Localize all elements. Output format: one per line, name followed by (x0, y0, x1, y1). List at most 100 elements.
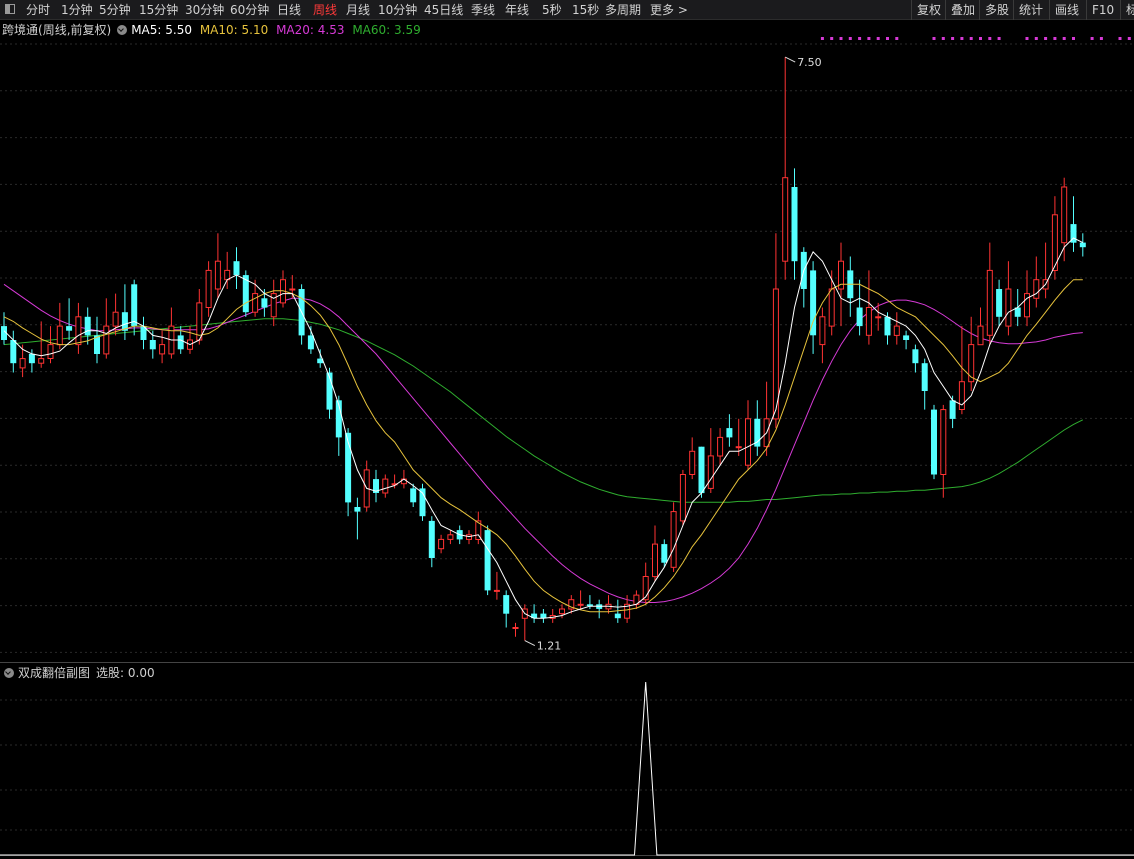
candle-body (19, 358, 26, 369)
candlestick-chart[interactable]: 7.50 1.21 (0, 0, 1134, 859)
signal-dot (932, 37, 936, 40)
candle-body (810, 270, 817, 336)
candle-body (38, 358, 45, 364)
candle-body (689, 450, 696, 475)
signal-dot (858, 37, 862, 40)
candle-body (968, 344, 975, 383)
candle-body (56, 325, 63, 346)
candle-body (205, 269, 212, 308)
candle-body (233, 261, 240, 276)
candle-body (856, 307, 863, 327)
candle-body (717, 436, 724, 457)
candle-body (1061, 186, 1068, 244)
ma5-line (3, 237, 1084, 619)
candle-body (410, 488, 417, 503)
candle-body (1079, 242, 1086, 248)
signal-dot (820, 37, 824, 40)
candle-body (289, 288, 296, 291)
signal-dot (848, 37, 852, 40)
candle-body (428, 520, 435, 558)
signal-dot (941, 37, 945, 40)
signal-dot (1034, 37, 1038, 40)
signal-dot (895, 37, 899, 40)
candle-body (931, 409, 937, 475)
candle-body (354, 507, 361, 512)
candle-body (484, 530, 491, 591)
candle-body (614, 613, 621, 619)
candle-body (66, 326, 73, 331)
candle-body (1033, 279, 1040, 299)
candle-body (745, 418, 751, 466)
candle-body (921, 363, 928, 391)
low-marker-line (524, 640, 536, 646)
signal-dot (1062, 37, 1066, 40)
sub-indicator-dropdown-icon[interactable] (4, 668, 14, 678)
signal-dot (988, 37, 992, 40)
candle-body (261, 298, 268, 308)
signal-dot (951, 37, 955, 40)
signal-dot (886, 37, 889, 40)
candle-body (540, 613, 547, 619)
candle-body (949, 400, 956, 419)
ma60-line (3, 318, 1084, 503)
signal-dot (979, 37, 982, 40)
signal-dot (1072, 37, 1075, 40)
signal-dot (876, 37, 880, 40)
candle-body (996, 289, 1003, 317)
candle-body (661, 544, 668, 563)
candle-body (382, 478, 389, 494)
candle-body (726, 428, 733, 438)
candle-body (791, 187, 798, 262)
signal-dot (1044, 37, 1048, 40)
low-price-label: 1.21 (537, 640, 562, 653)
candle-body (559, 608, 565, 615)
signal-dot (969, 37, 973, 40)
high-marker-line (784, 56, 796, 63)
candle-body (149, 340, 156, 350)
candle-body (782, 177, 789, 262)
candle-body (438, 538, 445, 550)
candle-body (307, 335, 314, 350)
candle-body (940, 409, 947, 476)
candle-body (1005, 288, 1012, 327)
candle-body (679, 474, 686, 522)
candle-body (865, 307, 872, 336)
candle-body (447, 534, 454, 540)
signal-dot (839, 37, 843, 40)
candle-body (903, 335, 910, 340)
candle-body (577, 603, 584, 606)
candle-body (177, 335, 184, 350)
candle-body (214, 260, 221, 290)
signal-dot (997, 37, 1001, 40)
signal-dot (1118, 37, 1122, 40)
signal-dot (1090, 37, 1094, 40)
candle-body (103, 325, 110, 355)
signal-dot (1099, 37, 1103, 40)
candle-body (698, 446, 705, 494)
candle-body (977, 325, 984, 346)
candle-body (503, 595, 510, 614)
candle-body (28, 353, 35, 364)
candle-body (875, 316, 882, 319)
high-price-label: 7.50 (797, 56, 822, 69)
candle-body (10, 340, 17, 364)
candle-body (47, 344, 54, 360)
candle-body (912, 349, 919, 364)
candle-body (512, 627, 519, 629)
ma20-line (3, 283, 1083, 603)
sub-indicator-value: 选股: 0.00 (96, 666, 155, 680)
candle-body (735, 446, 742, 449)
candle-body (493, 589, 500, 592)
candle-body (131, 284, 138, 326)
signal-dot (1127, 37, 1131, 40)
sub-indicator-name: 双成翻倍副图 (18, 666, 91, 680)
candle-body (75, 316, 82, 346)
candle-body (893, 325, 900, 336)
signal-dot (867, 37, 871, 40)
signal-dot (1025, 37, 1029, 40)
candle-body (652, 543, 658, 578)
candle-body (84, 316, 91, 336)
candle-body (707, 455, 714, 489)
candle-body (159, 344, 166, 355)
signal-dot (1053, 37, 1057, 40)
